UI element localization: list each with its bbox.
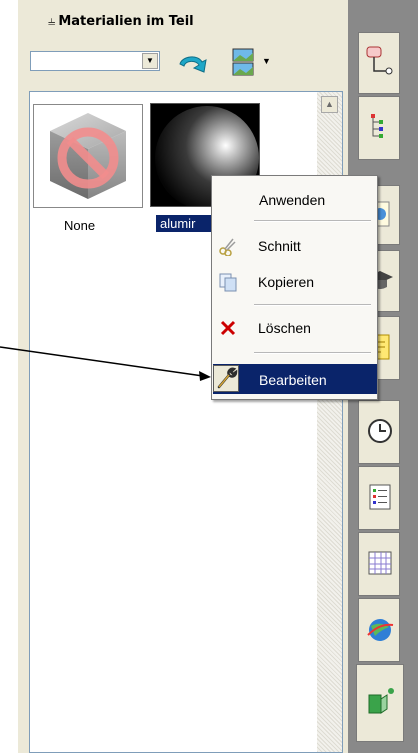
menu-item-label: Bearbeiten bbox=[259, 372, 327, 388]
menu-item-label: Löschen bbox=[258, 320, 311, 336]
image-icon[interactable] bbox=[232, 47, 256, 77]
material-combo[interactable]: ▼ bbox=[30, 51, 160, 71]
no-material-icon bbox=[50, 113, 126, 199]
menu-item-copy[interactable]: Kopieren bbox=[212, 266, 377, 296]
tree-icon bbox=[371, 114, 383, 138]
tab-properties-list[interactable] bbox=[358, 466, 400, 530]
chevron-down-icon[interactable]: ▼ bbox=[142, 53, 158, 69]
menu-item-apply[interactable]: Anwenden bbox=[212, 184, 377, 214]
menu-item-cut[interactable]: Schnitt bbox=[212, 230, 377, 260]
menu-item-edit[interactable]: Bearbeiten bbox=[213, 364, 377, 394]
menu-separator bbox=[254, 220, 371, 222]
tab-table[interactable] bbox=[358, 532, 400, 596]
copy-icon bbox=[219, 273, 237, 292]
menu-item-delete[interactable]: Löschen bbox=[212, 312, 377, 342]
cut-icon bbox=[219, 238, 236, 256]
material-thumb-none[interactable] bbox=[33, 104, 143, 208]
tab-web[interactable] bbox=[358, 598, 400, 662]
table-icon bbox=[368, 551, 392, 575]
panel-title-text: Materialien im Teil bbox=[58, 14, 194, 29]
pin-icon[interactable]: ⫨ bbox=[48, 14, 55, 29]
list-icon bbox=[369, 484, 391, 510]
tab-appearances[interactable] bbox=[356, 664, 404, 742]
tab-history[interactable] bbox=[358, 400, 400, 464]
tab-feature-manager[interactable] bbox=[358, 32, 400, 94]
undo-arrow-icon[interactable] bbox=[174, 50, 208, 76]
tab-property-tree[interactable] bbox=[358, 96, 400, 160]
image-dropdown-icon[interactable]: ▼ bbox=[262, 56, 271, 66]
clock-icon bbox=[368, 419, 392, 443]
menu-item-label: Kopieren bbox=[258, 274, 315, 290]
menu-separator bbox=[254, 352, 371, 354]
feature-manager-icon bbox=[366, 46, 393, 75]
panel-title: ⫨ Materialien im Teil bbox=[48, 14, 194, 29]
globe-icon bbox=[367, 619, 394, 641]
wrench-icon-box bbox=[213, 365, 239, 392]
appearance-icon bbox=[368, 688, 394, 714]
scroll-up-icon[interactable]: ▲ bbox=[321, 96, 338, 113]
context-menu: Anwenden Schnitt Kopieren Löschen Bearbe… bbox=[211, 175, 378, 400]
menu-item-label: Anwenden bbox=[259, 192, 326, 208]
menu-separator bbox=[254, 304, 371, 306]
wrench-icon bbox=[217, 367, 238, 389]
material-label: None bbox=[64, 218, 96, 233]
menu-item-label: Schnitt bbox=[258, 238, 301, 254]
delete-icon bbox=[220, 320, 236, 336]
